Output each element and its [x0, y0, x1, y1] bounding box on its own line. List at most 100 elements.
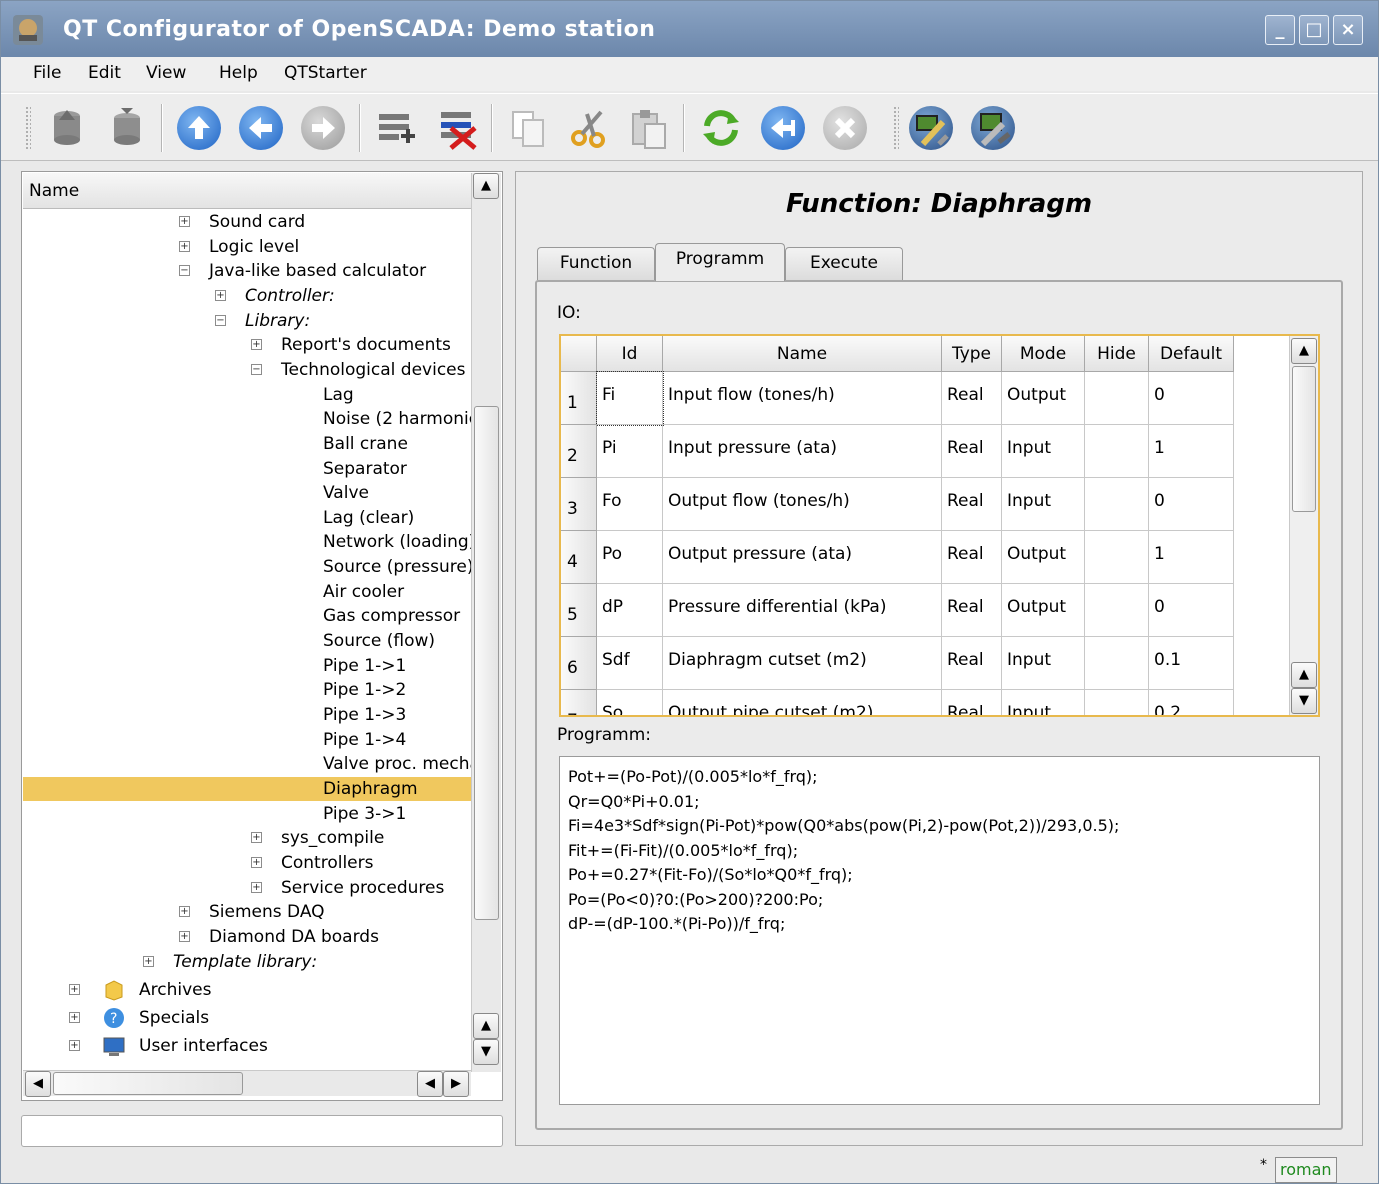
tree-item[interactable]: Library:: [245, 309, 310, 333]
column-header[interactable]: Name: [663, 336, 942, 372]
toolbar-grip[interactable]: [893, 106, 899, 150]
tab-function[interactable]: Function: [537, 247, 655, 280]
table-cell[interactable]: 1: [1149, 425, 1234, 478]
row-header[interactable]: 6: [561, 637, 597, 690]
tree-item[interactable]: Network (loading): [323, 530, 471, 554]
tree-item[interactable]: Diaphragm: [323, 777, 418, 801]
add-item-icon[interactable]: [375, 106, 419, 150]
refresh-icon[interactable]: [699, 106, 743, 150]
table-cell[interactable]: [1085, 584, 1149, 637]
expand-icon[interactable]: +: [215, 289, 226, 301]
table-cell[interactable]: Input flow (tones/h): [663, 372, 942, 425]
up-icon[interactable]: [177, 106, 221, 150]
tree-item[interactable]: Template library:: [173, 950, 317, 974]
column-header[interactable]: Mode: [1002, 336, 1085, 372]
tree-vertical-scrollbar[interactable]: ▲ ▲ ▼: [471, 173, 501, 1072]
back-icon[interactable]: [239, 106, 283, 150]
menu-help[interactable]: Help: [219, 63, 258, 83]
column-header[interactable]: Hide: [1085, 336, 1149, 372]
tree-item[interactable]: Source (pressure): [323, 555, 471, 579]
close-button[interactable]: ×: [1333, 15, 1363, 45]
table-cell[interactable]: 0.2: [1149, 690, 1234, 715]
tree-item[interactable]: Lag: [323, 383, 354, 407]
expand-icon[interactable]: +: [251, 856, 262, 868]
paste-icon[interactable]: [627, 106, 671, 150]
tree-item[interactable]: Controllers: [281, 851, 373, 875]
cut-icon[interactable]: [567, 106, 611, 150]
user-badge[interactable]: roman: [1275, 1157, 1337, 1183]
table-cell[interactable]: Input: [1002, 425, 1085, 478]
expand-icon[interactable]: +: [179, 216, 190, 227]
copy-icon[interactable]: [507, 106, 551, 150]
table-cell[interactable]: [1085, 478, 1149, 531]
collapse-icon[interactable]: −: [215, 314, 226, 326]
tree-item[interactable]: Service procedures: [281, 876, 444, 900]
expand-icon[interactable]: +: [69, 1040, 80, 1051]
tab-programm[interactable]: Programm: [655, 243, 785, 281]
tree-item[interactable]: Pipe 1->4: [323, 728, 406, 752]
table-cell[interactable]: Output: [1002, 372, 1085, 425]
table-cell[interactable]: Input: [1002, 690, 1085, 715]
expand-icon[interactable]: +: [179, 240, 190, 252]
table-cell[interactable]: 0: [1149, 372, 1234, 425]
table-cell[interactable]: Output: [1002, 584, 1085, 637]
expand-icon[interactable]: +: [69, 984, 80, 995]
table-cell[interactable]: Input: [1002, 637, 1085, 690]
tree-item[interactable]: Valve: [323, 481, 369, 505]
scroll-up-icon[interactable]: ▲: [473, 1013, 499, 1039]
io-table-scroll-thumb[interactable]: [1292, 366, 1316, 512]
table-cell[interactable]: Input: [1002, 478, 1085, 531]
expand-icon[interactable]: +: [143, 955, 154, 967]
tree-item[interactable]: Pipe 1->2: [323, 678, 406, 702]
column-header[interactable]: Id: [597, 336, 663, 372]
table-cell[interactable]: Input pressure (ata): [663, 425, 942, 478]
tree-item[interactable]: Sound card: [209, 210, 305, 234]
menu-file[interactable]: File: [33, 63, 61, 83]
table-corner[interactable]: [561, 336, 597, 372]
scroll-up-icon[interactable]: ▲: [1291, 662, 1317, 688]
tree-item[interactable]: Air cooler: [323, 580, 404, 604]
table-cell[interactable]: Output flow (tones/h): [663, 478, 942, 531]
tree-item[interactable]: Gas compressor: [323, 604, 460, 628]
table-cell[interactable]: Output pressure (ata): [663, 531, 942, 584]
scroll-left-icon[interactable]: ◀: [417, 1071, 443, 1097]
tree-item[interactable]: Logic level: [209, 235, 299, 259]
table-cell[interactable]: dP: [597, 584, 663, 637]
delete-item-icon[interactable]: [437, 106, 481, 150]
tree-item[interactable]: sys_compile: [281, 826, 384, 850]
tree-hscroll-thumb[interactable]: [53, 1072, 243, 1095]
tree-item[interactable]: Pipe 1->1: [323, 654, 406, 678]
table-cell[interactable]: Real: [942, 690, 1002, 715]
expand-icon[interactable]: +: [251, 881, 262, 893]
table-cell[interactable]: Sdf: [597, 637, 663, 690]
io-table[interactable]: Id Name Type Mode Hide Default 1 Fi Input flow (…: [559, 334, 1320, 717]
tree-item[interactable]: Java-like based calculator: [209, 259, 426, 283]
stop-icon[interactable]: [823, 106, 867, 150]
menu-qtstarter[interactable]: QTStarter: [284, 63, 367, 83]
table-cell[interactable]: 0: [1149, 584, 1234, 637]
tree-item[interactable]: Siemens DAQ: [209, 900, 325, 924]
table-cell[interactable]: So: [597, 690, 663, 715]
expand-icon[interactable]: +: [251, 832, 262, 844]
tree-header[interactable]: Name: [23, 173, 471, 209]
tree-item[interactable]: Lag (clear): [323, 506, 414, 530]
collapse-icon[interactable]: −: [179, 265, 190, 277]
program-editor[interactable]: Pot+=(Po-Pot)/(0.005*lo*f_frq); Qr=Q0*Pi+…: [559, 756, 1320, 1105]
row-header[interactable]: 3: [561, 478, 597, 531]
table-cell[interactable]: Po: [597, 531, 663, 584]
db-save-icon[interactable]: [105, 106, 149, 150]
scroll-down-icon[interactable]: ▼: [473, 1039, 499, 1065]
tree-item[interactable]: Controller:: [245, 284, 335, 308]
db-load-icon[interactable]: [45, 106, 89, 150]
tree-item[interactable]: Separator: [323, 457, 407, 481]
tab-execute[interactable]: Execute: [785, 247, 903, 280]
tree-root-item[interactable]: Specials: [139, 1006, 209, 1030]
column-header[interactable]: Type: [942, 336, 1002, 372]
scroll-right-icon[interactable]: ▶: [443, 1071, 469, 1097]
table-cell[interactable]: Pi: [597, 425, 663, 478]
forward-icon[interactable]: [301, 106, 345, 150]
table-cell[interactable]: [1085, 637, 1149, 690]
table-cell[interactable]: 0.1: [1149, 637, 1234, 690]
maximize-button[interactable]: □: [1299, 15, 1329, 45]
row-header[interactable]: 7: [561, 690, 597, 715]
